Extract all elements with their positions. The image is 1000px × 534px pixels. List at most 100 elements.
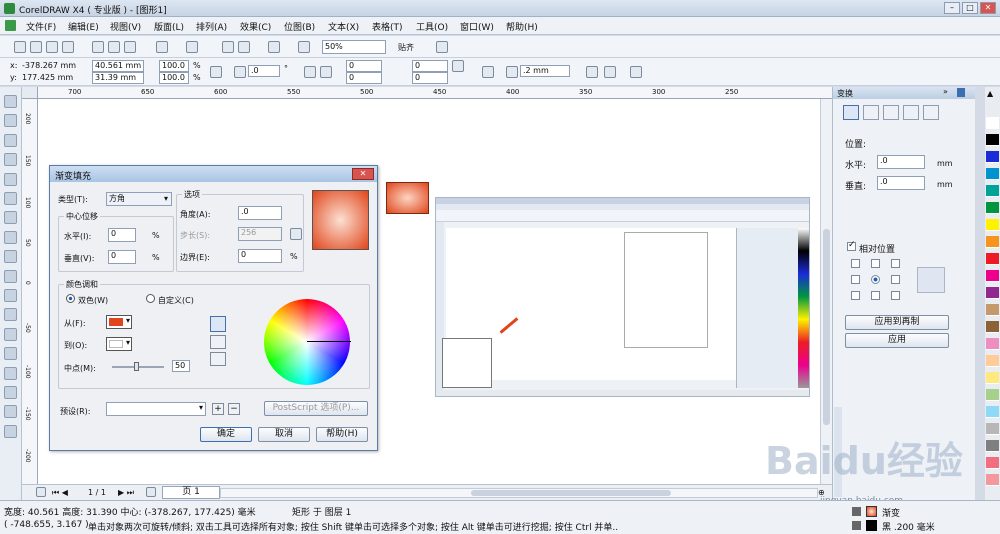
hscroll-thumb[interactable] xyxy=(471,490,671,496)
corner-2-field[interactable]: 0 xyxy=(346,72,382,84)
menu-item[interactable]: 效果(C) xyxy=(240,20,271,33)
palette-swatch[interactable] xyxy=(986,202,999,214)
mirror-v-icon[interactable] xyxy=(320,66,332,78)
snap-dropdown[interactable]: 贴齐 xyxy=(398,42,414,53)
angle-field[interactable]: .0 xyxy=(248,65,280,77)
menu-item[interactable]: 文本(X) xyxy=(328,20,359,33)
ok-button[interactable]: 确定 xyxy=(200,427,252,442)
menu-item[interactable]: 工具(O) xyxy=(416,20,448,33)
add-preset-icon[interactable]: + xyxy=(212,403,224,415)
palette-swatch[interactable] xyxy=(986,304,999,316)
cut-icon[interactable] xyxy=(92,41,104,53)
menu-item[interactable]: 表格(T) xyxy=(372,20,403,33)
outline-width-select[interactable]: .2 mm xyxy=(520,65,570,77)
corner-3-field[interactable]: 0 xyxy=(412,60,448,72)
from-color-picker[interactable]: ▾ xyxy=(106,315,132,329)
palette-swatch[interactable] xyxy=(986,185,999,197)
menu-item[interactable]: 文件(F) xyxy=(26,20,56,33)
palette-swatch[interactable] xyxy=(986,287,999,299)
freehand-tool-icon[interactable] xyxy=(4,172,17,186)
ruler-origin[interactable] xyxy=(22,87,38,99)
vscroll-thumb[interactable] xyxy=(823,229,830,425)
palette-swatch[interactable] xyxy=(986,474,999,486)
embedded-screenshot-image[interactable] xyxy=(435,197,810,397)
launcher-icon[interactable] xyxy=(268,41,280,53)
size-tab-icon[interactable] xyxy=(903,105,919,120)
smart-fill-tool-icon[interactable] xyxy=(4,192,17,205)
width-field[interactable]: 40.561 mm xyxy=(92,60,144,72)
pick-tool-icon[interactable] xyxy=(4,95,17,108)
round-lock-icon[interactable] xyxy=(452,60,464,72)
anchor-point-checkbox[interactable] xyxy=(871,275,880,284)
palette-swatch[interactable] xyxy=(986,117,999,129)
doc-icon[interactable] xyxy=(5,20,16,31)
type-select[interactable]: 方角 xyxy=(106,192,172,206)
scale-y-field[interactable]: 100.0 xyxy=(159,72,189,84)
vertical-field[interactable]: .0 xyxy=(877,176,925,190)
y-field[interactable]: 177.425 mm xyxy=(22,73,73,82)
to-front-icon[interactable] xyxy=(586,66,598,78)
cancel-button[interactable]: 取消 xyxy=(258,427,310,442)
connector-tool-icon[interactable] xyxy=(4,347,17,361)
convert-curve-icon[interactable] xyxy=(630,66,642,78)
vertical-offset-field[interactable]: 0 xyxy=(108,250,136,264)
horizontal-offset-field[interactable]: 0 xyxy=(108,228,136,242)
midpoint-field[interactable]: 50 xyxy=(172,360,190,372)
palette-swatch[interactable] xyxy=(986,355,999,367)
options-icon[interactable] xyxy=(436,41,448,53)
palette-swatch[interactable] xyxy=(986,423,999,435)
postscript-button[interactable]: PostScript 选项(P)... xyxy=(264,401,368,416)
page-prev-icon[interactable]: ⏮ ◀ xyxy=(52,488,68,498)
horizontal-scrollbar[interactable] xyxy=(220,488,818,498)
palette-swatch[interactable] xyxy=(986,236,999,248)
chevron-down-icon[interactable]: ▾ xyxy=(164,194,168,203)
paste-icon[interactable] xyxy=(124,41,136,53)
rotate-icon[interactable] xyxy=(234,66,246,78)
palette-swatch[interactable] xyxy=(986,372,999,384)
menu-item[interactable]: 编辑(E) xyxy=(68,20,99,33)
gradient-rectangle[interactable] xyxy=(386,182,429,214)
scale-x-field[interactable]: 100.0 xyxy=(159,60,189,72)
rotate-tab-icon[interactable] xyxy=(863,105,879,120)
palette-swatch[interactable] xyxy=(986,338,999,350)
table-tool-icon[interactable] xyxy=(4,308,17,322)
scale-tab-icon[interactable] xyxy=(883,105,899,120)
palette-swatch[interactable] xyxy=(986,406,999,418)
palette-swatch[interactable] xyxy=(986,440,999,452)
export-icon[interactable] xyxy=(238,41,250,53)
lock-ratio-icon[interactable] xyxy=(210,66,222,78)
anchor-point-checkbox[interactable] xyxy=(851,291,860,300)
add-page-icon[interactable] xyxy=(146,487,156,497)
angle-field[interactable]: .0 xyxy=(238,206,282,220)
preset-select[interactable]: ▾ xyxy=(106,402,206,416)
apply-to-duplicate-button[interactable]: 应用到再制 xyxy=(845,315,949,330)
help-button[interactable]: 帮助(H) xyxy=(316,427,368,442)
print-icon[interactable] xyxy=(62,41,74,53)
skew-tab-icon[interactable] xyxy=(923,105,939,120)
to-color-picker[interactable]: ▾ xyxy=(106,337,132,351)
outline-tool-icon[interactable] xyxy=(4,386,17,399)
palette-swatch[interactable] xyxy=(986,389,999,401)
color-wheel[interactable] xyxy=(264,299,351,385)
menu-item[interactable]: 版面(L) xyxy=(154,20,184,33)
ellipse-tool-icon[interactable] xyxy=(4,230,17,244)
page-next-icon[interactable]: ▶ ⏭ xyxy=(118,488,134,498)
zoom-select[interactable]: 50% xyxy=(322,40,386,54)
polygon-tool-icon[interactable] xyxy=(4,250,17,264)
anchor-point-checkbox[interactable] xyxy=(871,291,880,300)
anchor-point-checkbox[interactable] xyxy=(851,259,860,268)
vertical-scrollbar[interactable] xyxy=(820,99,832,484)
relative-position-checkbox[interactable]: ✓ xyxy=(847,240,856,251)
anchor-point-checkbox[interactable] xyxy=(891,291,900,300)
anchor-point-checkbox[interactable] xyxy=(891,275,900,284)
edge-pad-field[interactable]: 0 xyxy=(238,249,282,263)
minimize-button[interactable]: – xyxy=(944,2,960,14)
palette-swatch[interactable] xyxy=(986,321,999,333)
close-button[interactable]: ✕ xyxy=(980,2,996,14)
two-color-radio[interactable] xyxy=(66,294,75,303)
eyedropper-tool-icon[interactable] xyxy=(4,366,17,380)
page-first-icon[interactable] xyxy=(36,487,46,497)
outline-pen-icon[interactable] xyxy=(506,66,518,78)
interactive-fill-tool-icon[interactable] xyxy=(4,424,17,438)
anchor-point-checkbox[interactable] xyxy=(871,259,880,268)
